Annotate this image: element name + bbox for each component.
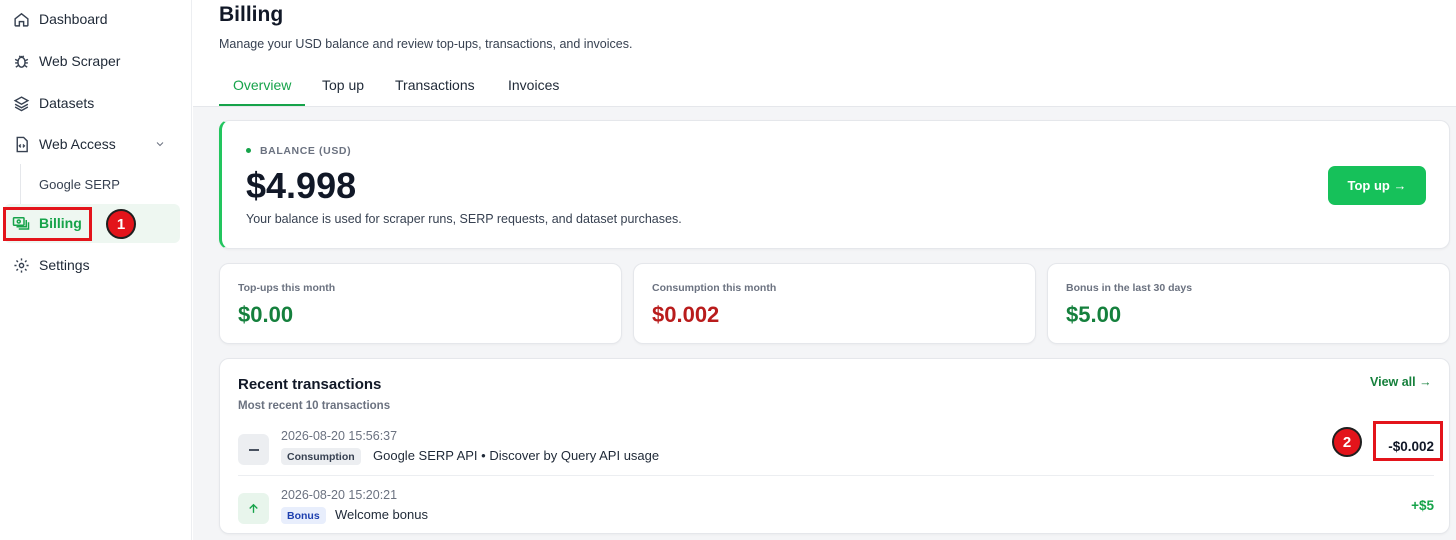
sidebar-item-settings[interactable]: Settings: [0, 246, 180, 284]
tab-transactions[interactable]: Transactions: [395, 77, 475, 93]
sidebar-item-dashboard[interactable]: Dashboard: [0, 0, 180, 38]
tabs-divider: [193, 106, 1456, 107]
home-icon: [12, 10, 30, 28]
stat-card-topups: Top-ups this month $0.00: [219, 263, 622, 344]
recent-transactions-card: Recent transactions Most recent 10 trans…: [219, 358, 1450, 534]
transaction-amount: +$5: [1411, 498, 1434, 513]
sidebar: Dashboard Web Scraper Datasets Web Acces…: [0, 0, 192, 540]
sidebar-item-label: Web Access: [39, 136, 116, 152]
step-marker: 1: [106, 209, 136, 239]
balance-label: BALANCE (USD): [260, 145, 352, 157]
sidebar-item-label: Dashboard: [39, 11, 108, 27]
sidebar-item-label: Settings: [39, 257, 90, 273]
bug-icon: [12, 52, 30, 70]
transaction-type-badge: Consumption: [281, 448, 361, 465]
status-dot: [246, 148, 251, 153]
step-marker: 2: [1332, 427, 1362, 457]
transaction-description: Google SERP API • Discover by Query API …: [373, 448, 660, 463]
transaction-date: 2026-08-20 15:56:37: [281, 429, 398, 443]
tab-top-up[interactable]: Top up: [322, 77, 364, 93]
sidebar-item-label: Datasets: [39, 95, 95, 111]
section-subtitle: Most recent 10 transactions: [238, 400, 391, 412]
tab-invoices[interactable]: Invoices: [508, 77, 559, 93]
balance-value: $4.998: [246, 165, 357, 206]
sidebar-item-datasets[interactable]: Datasets: [0, 84, 180, 122]
top-up-button[interactable]: Top up →: [1328, 166, 1426, 205]
transaction-row[interactable]: 2026-08-20 15:20:21 Bonus Welcome bonus …: [238, 483, 1434, 540]
submenu-line: [20, 164, 21, 206]
tab-overview[interactable]: Overview: [233, 77, 291, 93]
chevron-down-icon[interactable]: [154, 138, 166, 150]
file-code-icon: [12, 135, 30, 153]
transaction-description: Welcome bonus: [335, 507, 428, 522]
section-title: Recent transactions: [238, 376, 382, 393]
stat-card-consumption: Consumption this month $0.002: [633, 263, 1036, 344]
view-all-link[interactable]: View all →: [1370, 375, 1432, 389]
layers-icon: [12, 94, 30, 112]
balance-note: Your balance is used for scraper runs, S…: [246, 212, 682, 226]
stat-value: $5.00: [1066, 302, 1122, 327]
page-title: Billing: [219, 3, 284, 26]
minus-icon: [238, 434, 269, 465]
active-tab-underline: [219, 104, 305, 106]
stat-label: Bonus in the last 30 days: [1066, 282, 1193, 294]
stat-value: $0.002: [652, 302, 720, 327]
stat-label: Top-ups this month: [238, 282, 336, 294]
sidebar-item-google-serp[interactable]: Google SERP: [39, 177, 120, 192]
sidebar-item-label: Web Scraper: [39, 53, 121, 69]
sidebar-item-web-scraper[interactable]: Web Scraper: [0, 42, 180, 80]
stat-label: Consumption this month: [652, 282, 777, 294]
gear-icon: [12, 256, 30, 274]
sidebar-item-web-access[interactable]: Web Access: [0, 125, 180, 163]
page-subtitle: Manage your USD balance and review top-u…: [219, 37, 633, 51]
transaction-date: 2026-08-20 15:20:21: [281, 488, 398, 502]
stat-value: $0.00: [238, 302, 294, 327]
transaction-row[interactable]: 2026-08-20 15:56:37 Consumption Google S…: [238, 424, 1434, 482]
arrow-up-icon: [238, 493, 269, 524]
row-divider: [238, 475, 1434, 476]
transaction-type-badge: Bonus: [281, 507, 326, 524]
stat-card-bonus: Bonus in the last 30 days $5.00: [1047, 263, 1450, 344]
highlight-box: [3, 207, 92, 241]
balance-card: BALANCE (USD) $4.998 Your balance is use…: [219, 120, 1450, 249]
highlight-box: [1373, 421, 1443, 461]
